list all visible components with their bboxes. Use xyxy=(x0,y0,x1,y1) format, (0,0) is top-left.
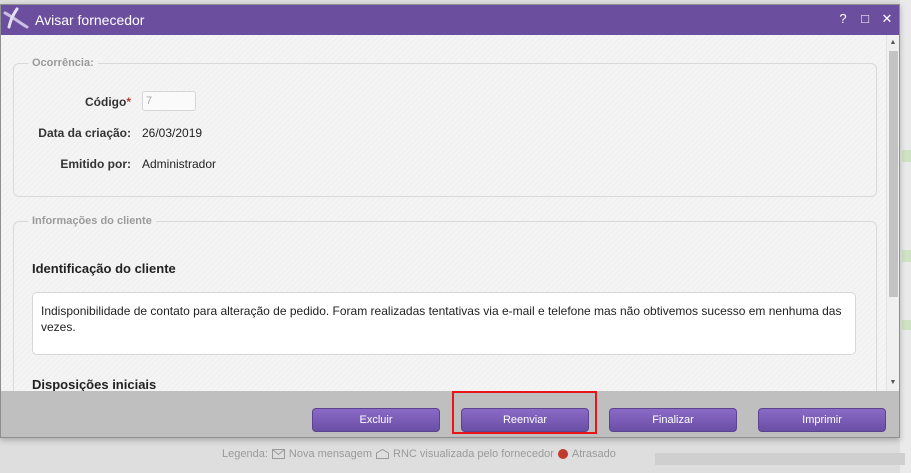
emitido-por-value: Administrador xyxy=(142,157,217,171)
emitido-por-label: Emitido por: xyxy=(60,157,131,171)
scroll-thumb[interactable] xyxy=(889,51,898,297)
help-button[interactable]: ? xyxy=(835,11,851,26)
identificacao-text[interactable]: Indisponibilidade de contato para altera… xyxy=(32,292,856,355)
codigo-label: Código* xyxy=(85,95,131,109)
late-icon xyxy=(557,449,568,459)
envelope-icon xyxy=(271,449,285,459)
data-criacao-label: Data da criação: xyxy=(38,126,131,140)
dialog-footer: Excluir Reenviar Finalizar Imprimir xyxy=(1,391,899,437)
envelope-open-icon xyxy=(376,449,390,459)
data-criacao-value: 26/03/2019 xyxy=(142,126,203,140)
reenviar-highlight-box xyxy=(452,391,597,434)
legend-label: Legenda: xyxy=(222,448,268,460)
dialog-content: Ocorrência: Código* Data da criação: 26/… xyxy=(1,35,886,391)
avisar-fornecedor-dialog: Avisar fornecedor ? □ ✕ Ocorrência: Códi… xyxy=(0,4,900,438)
required-mark: * xyxy=(126,95,131,109)
ocorrencia-legend: Ocorrência: xyxy=(32,57,94,69)
finalizar-button[interactable]: Finalizar xyxy=(609,408,737,432)
status-legend: Legenda: Nova mensagem RNC visualizada p… xyxy=(222,444,616,464)
dialog-titlebar[interactable]: Avisar fornecedor ? □ ✕ xyxy=(1,5,899,35)
legend-atrasado: Atrasado xyxy=(571,448,616,460)
legend-rnc-visualizada: RNC visualizada pelo fornecedor xyxy=(393,448,554,460)
imprimir-button[interactable]: Imprimir xyxy=(758,408,886,432)
dialog-title: Avisar fornecedor xyxy=(35,12,145,28)
content-scrollbar[interactable]: ▲ ▼ xyxy=(886,35,899,391)
disposicoes-title: Disposições iniciais xyxy=(32,377,157,391)
maximize-button[interactable]: □ xyxy=(857,11,873,26)
informacoes-cliente-legend: Informações do cliente xyxy=(32,215,152,227)
legend-nova-mensagem: Nova mensagem xyxy=(288,448,373,460)
background-app-edge xyxy=(900,0,911,473)
close-button[interactable]: ✕ xyxy=(879,11,895,27)
scroll-down-arrow[interactable]: ▼ xyxy=(887,377,899,389)
identificacao-title: Identificação do cliente xyxy=(32,261,176,276)
background-bar xyxy=(655,453,905,465)
excluir-button[interactable]: Excluir xyxy=(312,408,440,432)
background-row-marker xyxy=(902,150,911,162)
scroll-up-arrow[interactable]: ▲ xyxy=(887,37,899,49)
background-row-marker xyxy=(902,320,911,330)
background-row-marker xyxy=(902,250,911,262)
app-logo-icon xyxy=(3,7,29,29)
codigo-field[interactable] xyxy=(142,91,196,111)
